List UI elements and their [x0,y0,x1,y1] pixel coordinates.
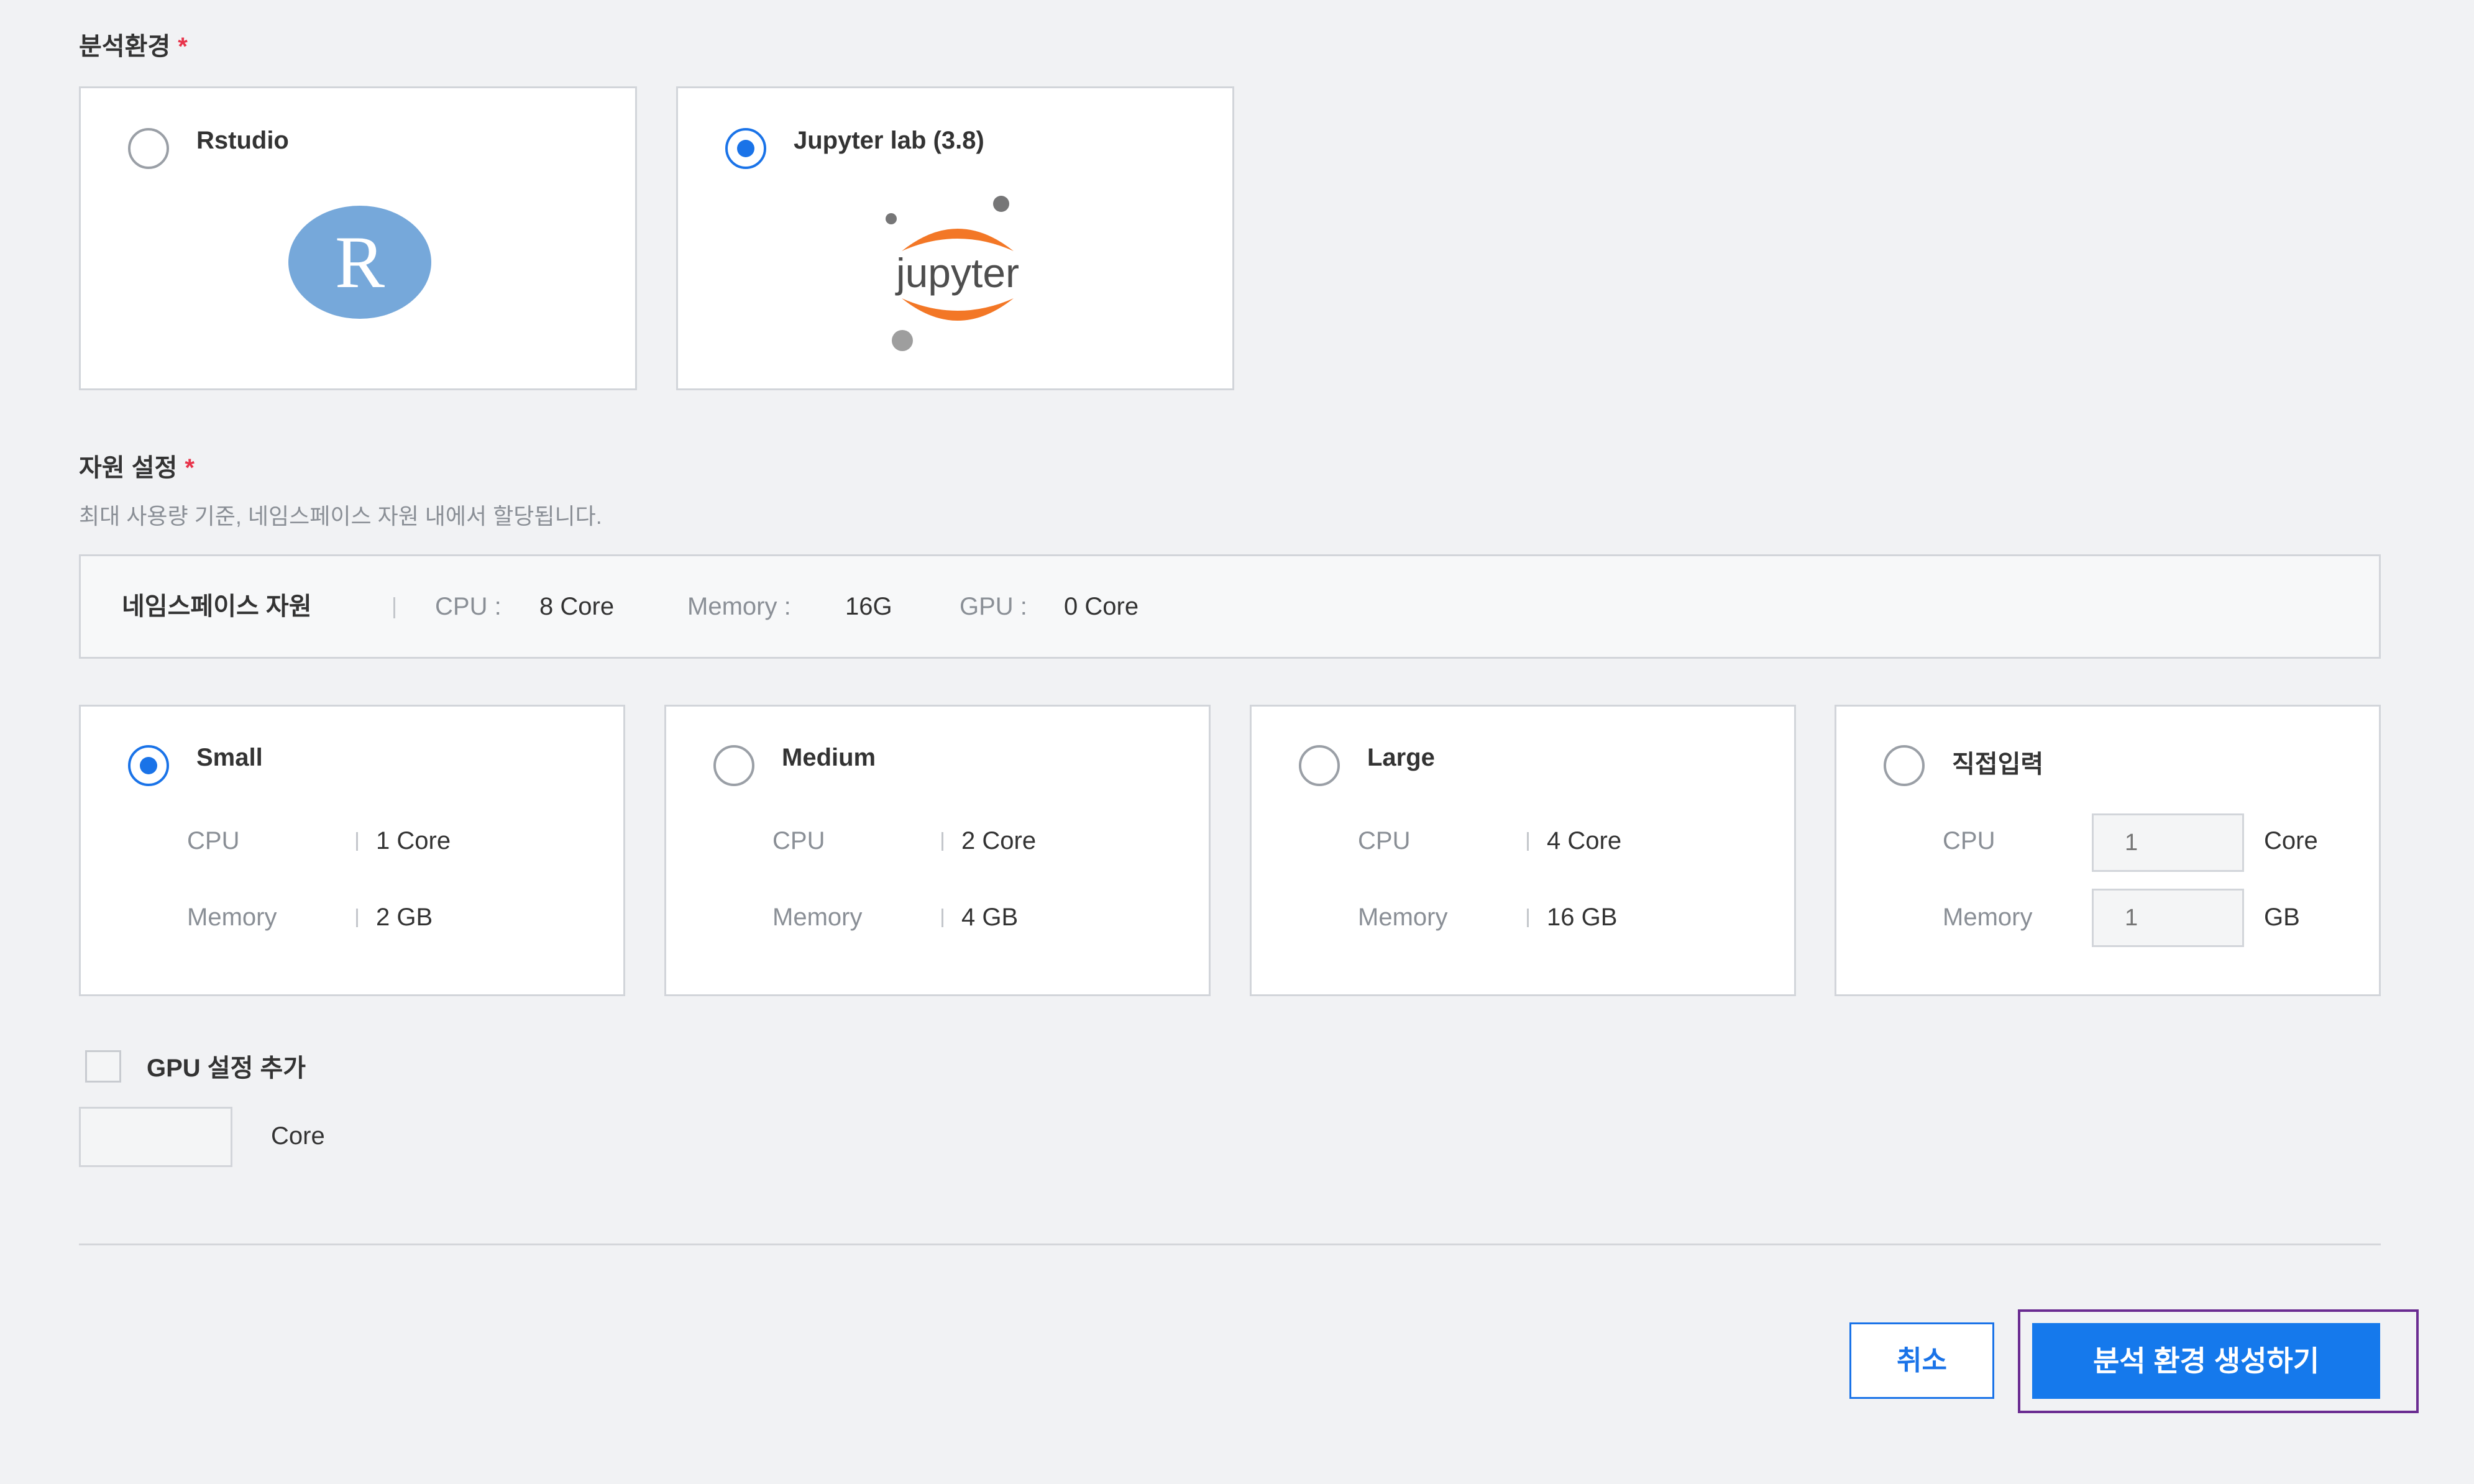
namespace-gpu-key: GPU : [960,593,1027,620]
preset-medium-memory-key: Memory [772,904,863,931]
namespace-memory-value: 16G [845,593,892,620]
preset-small-cpu-key: CPU [187,827,240,854]
preset-large-memory-sep [1527,909,1529,927]
gpu-checkbox-label: GPU 설정 추가 [147,1055,306,1082]
preset-large-cpu-key: CPU [1358,827,1411,854]
preset-medium-memory-value: 4 GB [961,904,1019,931]
namespace-resource-bar: 네임스페이스 자원 CPU : 8 Core Memory : 16G GPU … [79,554,2381,659]
rstudio-label: Rstudio [196,127,289,154]
preset-custom-radio[interactable] [1884,745,1925,786]
preset-medium[interactable]: Medium CPU 2 Core Memory 4 GB [664,705,1211,996]
namespace-cpu-value: 8 Core [539,593,615,620]
jupyter-logo-text: jupyter [895,250,1019,296]
preset-medium-memory-sep [941,909,943,927]
env-section-title: 분석환경 * [79,26,188,62]
jupyter-radio[interactable] [725,128,766,169]
footer-divider [79,1244,2381,1245]
rstudio-logo-icon: R [288,206,431,319]
preset-large-memory-value: 16 GB [1547,904,1618,931]
gpu-core-input[interactable] [79,1107,232,1167]
preset-small-cpu-value: 1 Core [376,827,451,854]
preset-medium-label: Medium [782,744,876,771]
required-mark: * [178,33,188,60]
custom-memory-input[interactable] [2092,889,2244,947]
preset-custom-cpu-key: CPU [1943,827,1995,854]
preset-small-memory-value: 2 GB [376,904,433,931]
namespace-memory-key: Memory : [687,593,791,620]
namespace-gpu-value: 0 Core [1064,593,1139,620]
custom-memory-unit: GB [2264,904,2300,931]
required-mark: * [185,454,195,482]
preset-medium-cpu-sep [941,832,943,851]
resource-section-title: 자원 설정 * [79,447,195,483]
preset-medium-cpu-value: 2 Core [961,827,1037,854]
preset-custom-label: 직접입력 [1952,751,2044,778]
env-option-rstudio[interactable]: Rstudio R [79,86,637,390]
resource-section-title-text: 자원 설정 [79,454,178,482]
namespace-label: 네임스페이스 자원 [122,593,312,620]
preset-small[interactable]: Small CPU 1 Core Memory 2 GB [79,705,625,996]
preset-medium-cpu-key: CPU [772,827,825,854]
preset-large-radio[interactable] [1299,745,1340,786]
preset-large-cpu-value: 4 Core [1547,827,1622,854]
preset-small-radio[interactable] [128,745,169,786]
preset-large-memory-key: Memory [1358,904,1448,931]
custom-cpu-unit: Core [2264,827,2318,854]
gpu-core-unit: Core [271,1122,325,1150]
preset-medium-radio[interactable] [713,745,754,786]
jupyter-logo-icon: jupyter [886,196,1019,351]
namespace-cpu-key: CPU : [435,593,502,620]
preset-custom[interactable]: 직접입력 CPU Core Memory GB [1835,705,2381,996]
cancel-button[interactable]: 취소 [1849,1322,1994,1399]
preset-large-cpu-sep [1527,832,1529,851]
jupyter-label: Jupyter lab (3.8) [794,127,984,154]
gpu-checkbox[interactable] [85,1050,121,1083]
preset-small-memory-key: Memory [187,904,277,931]
namespace-divider [393,597,395,618]
preset-custom-memory-key: Memory [1943,904,2033,931]
preset-small-label: Small [196,744,263,771]
custom-cpu-input[interactable] [2092,813,2244,872]
env-option-jupyter[interactable]: Jupyter lab (3.8) jupyter [676,86,1234,390]
env-section-title-text: 분석환경 [79,33,171,60]
preset-large-label: Large [1367,744,1435,771]
rstudio-radio[interactable] [128,128,169,169]
resource-description: 최대 사용량 기준, 네임스페이스 자원 내에서 할당됩니다. [79,503,602,529]
preset-small-cpu-sep [356,832,358,851]
preset-small-memory-sep [356,909,358,927]
preset-large[interactable]: Large CPU 4 Core Memory 16 GB [1250,705,1796,996]
create-environment-button[interactable]: 분석 환경 생성하기 [2032,1323,2380,1399]
